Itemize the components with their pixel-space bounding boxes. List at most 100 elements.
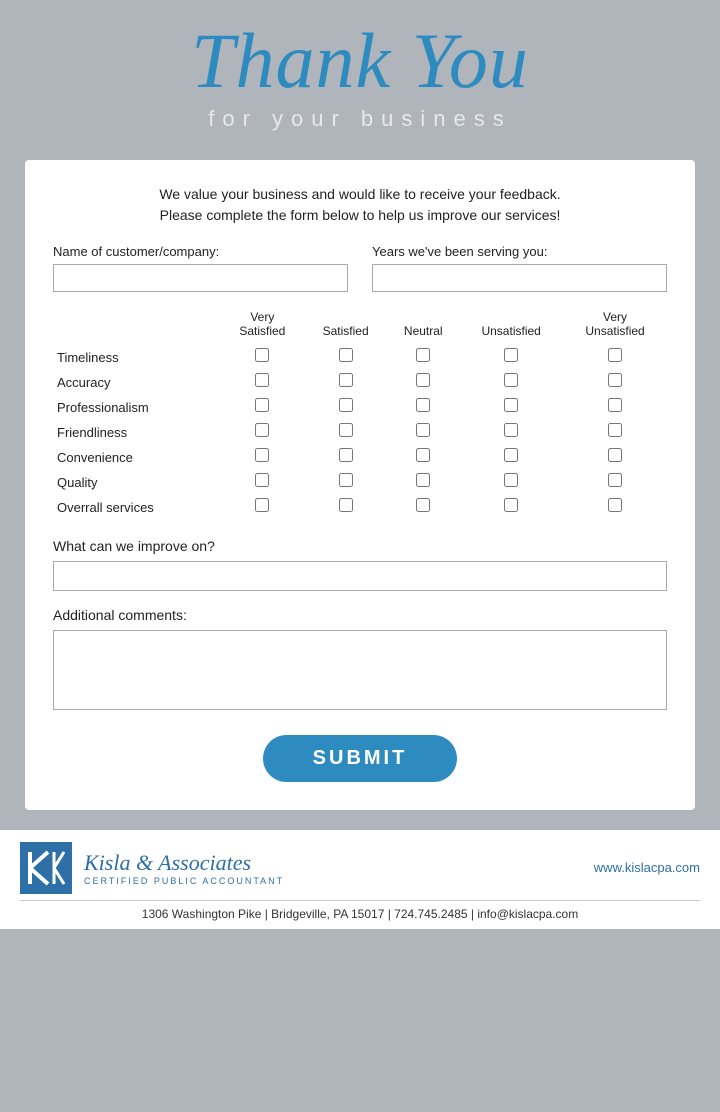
professionalism-satisfied[interactable]	[304, 395, 387, 420]
cb-professionalism-s[interactable]	[339, 398, 353, 412]
friendliness-very-satisfied[interactable]	[221, 420, 304, 445]
cb-quality-vu[interactable]	[608, 473, 622, 487]
convenience-very-satisfied[interactable]	[221, 445, 304, 470]
table-row: Timeliness	[53, 345, 667, 370]
cb-friendliness-s[interactable]	[339, 423, 353, 437]
accuracy-unsatisfied[interactable]	[459, 370, 563, 395]
comments-textarea[interactable]	[53, 630, 667, 710]
cb-professionalism-vs[interactable]	[255, 398, 269, 412]
cb-convenience-n[interactable]	[416, 448, 430, 462]
logo-icon	[20, 842, 72, 894]
customer-field-group: Name of customer/company:	[53, 244, 348, 292]
cb-professionalism-u[interactable]	[504, 398, 518, 412]
logo-name: Kisla & Associates	[84, 850, 284, 876]
cb-overall-s[interactable]	[339, 498, 353, 512]
cb-accuracy-vs[interactable]	[255, 373, 269, 387]
convenience-satisfied[interactable]	[304, 445, 387, 470]
friendliness-unsatisfied[interactable]	[459, 420, 563, 445]
cb-friendliness-vu[interactable]	[608, 423, 622, 437]
cb-overall-n[interactable]	[416, 498, 430, 512]
cb-timeliness-s[interactable]	[339, 348, 353, 362]
friendliness-neutral[interactable]	[387, 420, 459, 445]
cb-friendliness-n[interactable]	[416, 423, 430, 437]
intro-text: We value your business and would like to…	[53, 184, 667, 226]
cb-timeliness-vu[interactable]	[608, 348, 622, 362]
row-label-professionalism: Professionalism	[53, 395, 221, 420]
cb-timeliness-n[interactable]	[416, 348, 430, 362]
cb-quality-u[interactable]	[504, 473, 518, 487]
empty-header	[53, 310, 221, 345]
professionalism-neutral[interactable]	[387, 395, 459, 420]
cb-accuracy-vu[interactable]	[608, 373, 622, 387]
table-row: Overrall services	[53, 495, 667, 520]
thank-you-heading: Thank You	[20, 18, 700, 104]
row-label-accuracy: Accuracy	[53, 370, 221, 395]
accuracy-very-unsatisfied[interactable]	[563, 370, 667, 395]
professionalism-very-unsatisfied[interactable]	[563, 395, 667, 420]
professionalism-unsatisfied[interactable]	[459, 395, 563, 420]
cb-timeliness-vs[interactable]	[255, 348, 269, 362]
overall-very-satisfied[interactable]	[221, 495, 304, 520]
row-label-convenience: Convenience	[53, 445, 221, 470]
logo-subtitle: Certified Public Accountant	[84, 876, 284, 886]
footer-website: www.kislacpa.com	[594, 860, 700, 875]
header-section: Thank You for your business	[0, 0, 720, 160]
quality-very-satisfied[interactable]	[221, 470, 304, 495]
quality-satisfied[interactable]	[304, 470, 387, 495]
footer: Kisla & Associates Certified Public Acco…	[0, 830, 720, 929]
friendliness-satisfied[interactable]	[304, 420, 387, 445]
cb-friendliness-vs[interactable]	[255, 423, 269, 437]
accuracy-neutral[interactable]	[387, 370, 459, 395]
improve-label: What can we improve on?	[53, 538, 667, 554]
cb-convenience-u[interactable]	[504, 448, 518, 462]
quality-neutral[interactable]	[387, 470, 459, 495]
overall-very-unsatisfied[interactable]	[563, 495, 667, 520]
cb-overall-vs[interactable]	[255, 498, 269, 512]
quality-very-unsatisfied[interactable]	[563, 470, 667, 495]
cb-overall-u[interactable]	[504, 498, 518, 512]
convenience-unsatisfied[interactable]	[459, 445, 563, 470]
submit-row: SUBMIT	[53, 735, 667, 782]
overall-satisfied[interactable]	[304, 495, 387, 520]
cb-overall-vu[interactable]	[608, 498, 622, 512]
satisfied-header: Satisfied	[304, 310, 387, 345]
years-input[interactable]	[372, 264, 667, 292]
cb-professionalism-vu[interactable]	[608, 398, 622, 412]
improve-input[interactable]	[53, 561, 667, 591]
timeliness-very-unsatisfied[interactable]	[563, 345, 667, 370]
customer-input[interactable]	[53, 264, 348, 292]
cb-friendliness-u[interactable]	[504, 423, 518, 437]
timeliness-satisfied[interactable]	[304, 345, 387, 370]
cb-convenience-vu[interactable]	[608, 448, 622, 462]
timeliness-very-satisfied[interactable]	[221, 345, 304, 370]
overall-neutral[interactable]	[387, 495, 459, 520]
overall-unsatisfied[interactable]	[459, 495, 563, 520]
timeliness-neutral[interactable]	[387, 345, 459, 370]
fields-row: Name of customer/company: Years we've be…	[53, 244, 667, 292]
table-row: Convenience	[53, 445, 667, 470]
cb-convenience-vs[interactable]	[255, 448, 269, 462]
convenience-neutral[interactable]	[387, 445, 459, 470]
cb-accuracy-u[interactable]	[504, 373, 518, 387]
accuracy-satisfied[interactable]	[304, 370, 387, 395]
cb-quality-s[interactable]	[339, 473, 353, 487]
very-satisfied-header: VerySatisfied	[221, 310, 304, 345]
table-row: Quality	[53, 470, 667, 495]
cb-convenience-s[interactable]	[339, 448, 353, 462]
accuracy-very-satisfied[interactable]	[221, 370, 304, 395]
submit-button[interactable]: SUBMIT	[263, 735, 458, 782]
quality-unsatisfied[interactable]	[459, 470, 563, 495]
unsatisfied-header: Unsatisfied	[459, 310, 563, 345]
convenience-very-unsatisfied[interactable]	[563, 445, 667, 470]
table-row: Friendliness	[53, 420, 667, 445]
cb-accuracy-n[interactable]	[416, 373, 430, 387]
row-label-timeliness: Timeliness	[53, 345, 221, 370]
professionalism-very-satisfied[interactable]	[221, 395, 304, 420]
cb-timeliness-u[interactable]	[504, 348, 518, 362]
timeliness-unsatisfied[interactable]	[459, 345, 563, 370]
cb-quality-n[interactable]	[416, 473, 430, 487]
cb-quality-vs[interactable]	[255, 473, 269, 487]
cb-accuracy-s[interactable]	[339, 373, 353, 387]
friendliness-very-unsatisfied[interactable]	[563, 420, 667, 445]
cb-professionalism-n[interactable]	[416, 398, 430, 412]
